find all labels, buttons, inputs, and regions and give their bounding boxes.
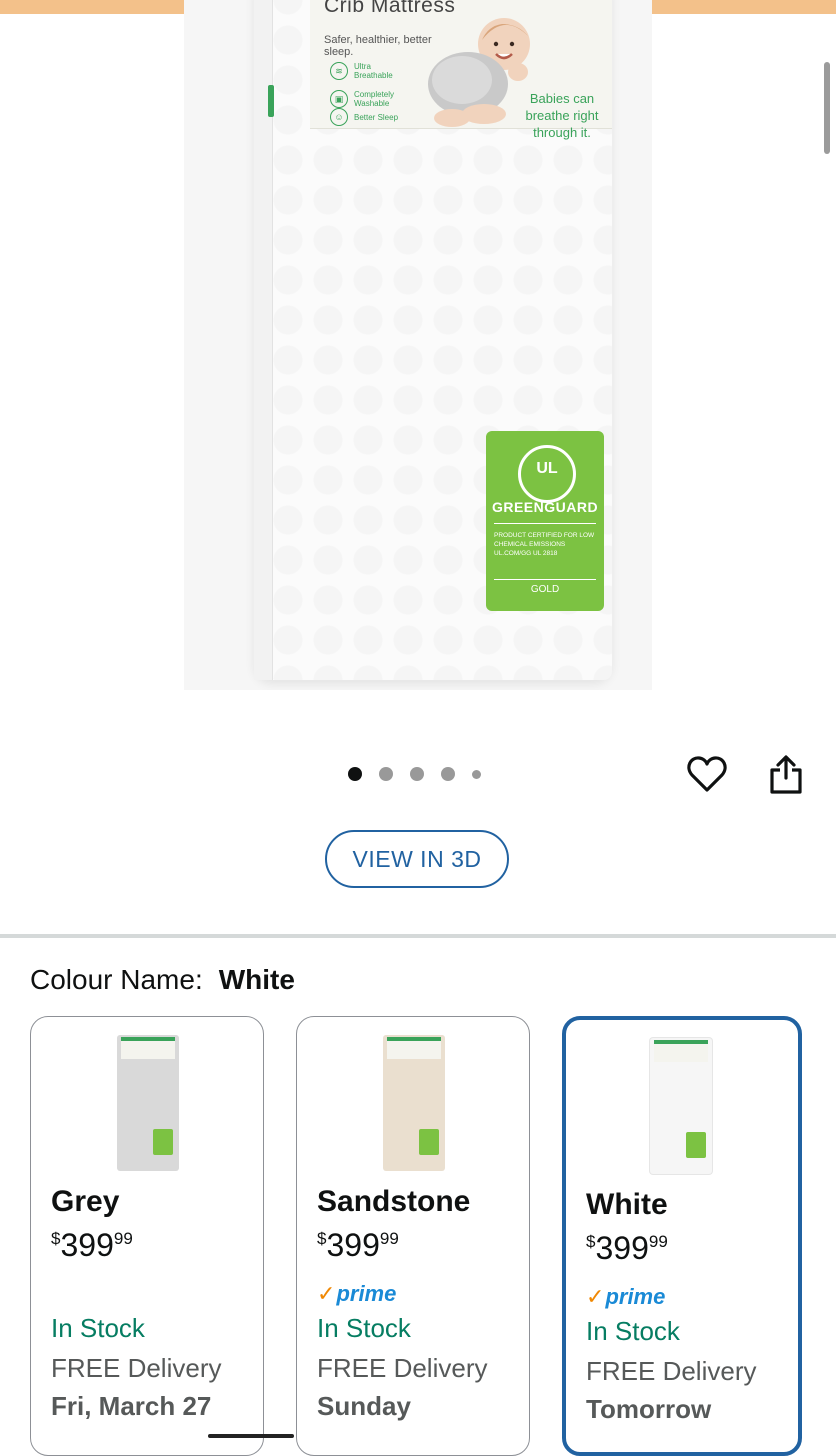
swatch-thumbnail [650,1038,712,1174]
favorite-button[interactable] [685,752,729,796]
colour-swatch-grey[interactable]: Grey $39999 In Stock FREE Delivery Fri, … [30,1016,264,1456]
ul-logo-text: UL [536,460,558,477]
price-currency: $ [317,1229,327,1248]
price-currency: $ [51,1229,61,1248]
label-tagline: Safer, healthier, better sleep. [324,34,432,58]
thumbnail-badge [419,1129,439,1155]
carousel-dot[interactable] [410,767,424,781]
prime-label: prime [605,1284,666,1309]
prime-badge: ✓prime [317,1281,396,1307]
badge-rule [494,523,596,524]
mattress-illustration: Crib Mattress Safer, healthier, better s… [254,0,612,680]
feature-washable: ▣ Completely Washable [330,90,408,108]
delivery-label: FREE Delivery [317,1353,488,1383]
heart-icon [687,756,727,792]
colour-selected-value: White [218,964,295,995]
colour-name-row: Colour Name: White [30,964,295,996]
colour-swatch-white[interactable]: White $39999 ✓prime In Stock FREE Delive… [562,1016,802,1456]
product-image[interactable]: Crib Mattress Safer, healthier, better s… [184,0,652,690]
stock-status: In Stock [317,1313,411,1343]
delivery-date: Tomorrow [586,1394,712,1424]
feature-label: Better Sleep [354,112,399,122]
thumbnail-label [121,1037,175,1059]
image-carousel-dots [348,767,498,781]
feature-label: Completely Washable [354,90,395,108]
mattress-label: Crib Mattress Safer, healthier, better s… [310,0,612,140]
side-tag [268,85,274,117]
prime-label: prime [336,1281,397,1306]
price-whole: 399 [60,1227,114,1263]
thumbnail-badge [153,1129,173,1155]
price-fraction: 99 [113,1229,133,1248]
thumbnail-label [654,1040,708,1062]
colour-swatch-sandstone[interactable]: Sandstone $39999 ✓prime In Stock FREE De… [296,1016,530,1456]
stock-status: In Stock [586,1316,680,1346]
badge-rule [494,579,596,580]
scrollbar[interactable] [824,62,830,154]
swatch-thumbnail [117,1035,179,1171]
home-indicator [208,1434,294,1438]
swatch-price: $39999 [51,1227,133,1264]
delivery-date: Fri, March 27 [51,1391,212,1421]
swatch-price: $39999 [586,1230,668,1267]
swatch-name: White [586,1188,668,1221]
badge-title: GREENGUARD [491,499,599,515]
price-whole: 399 [326,1227,380,1263]
swatch-name: Grey [51,1185,120,1218]
carousel-dot[interactable] [348,767,362,781]
stock-status: In Stock [51,1313,145,1343]
greenguard-badge: UL GREENGUARD PRODUCT CERTIFIED FOR LOW … [486,431,604,611]
share-button[interactable] [764,752,808,796]
ul-logo-icon: UL [518,445,576,503]
swatch-price: $39999 [317,1227,399,1264]
sleep-icon: ☺ [330,108,348,126]
prime-badge: ✓prime [586,1284,665,1310]
wash-icon: ▣ [330,90,348,108]
feature-sleep: ☺ Better Sleep [330,108,398,126]
colour-label: Colour Name: [30,964,203,995]
delivery-date: Sunday [317,1391,411,1421]
carousel-dot[interactable] [472,769,481,779]
price-currency: $ [586,1232,596,1251]
delivery-label: FREE Delivery [51,1353,222,1383]
share-icon [770,755,802,794]
carousel-dot[interactable] [379,767,393,781]
badge-level: GOLD [530,584,560,595]
label-claim: Babies can breathe right through it. [525,91,599,140]
swatch-name: Sandstone [317,1185,471,1218]
wind-icon: ≋ [330,62,348,80]
feature-breathable: ≋ Ultra Breathable [330,62,408,80]
prime-check-icon: ✓ [586,1284,605,1309]
badge-text: PRODUCT CERTIFIED FOR LOW CHEMICAL EMISS… [494,532,595,557]
prime-check-icon: ✓ [317,1281,336,1306]
delivery-label: FREE Delivery [586,1356,757,1386]
thumbnail-label [387,1037,441,1059]
price-fraction: 99 [648,1232,668,1251]
thumbnail-badge [686,1132,706,1158]
view-in-3d-button[interactable]: VIEW IN 3D [325,830,509,888]
feature-label: Ultra Breathable [354,62,393,80]
price-fraction: 99 [379,1229,399,1248]
price-whole: 399 [595,1230,649,1266]
carousel-dot[interactable] [441,767,455,781]
section-divider [0,934,836,938]
swatch-thumbnail [383,1035,445,1171]
